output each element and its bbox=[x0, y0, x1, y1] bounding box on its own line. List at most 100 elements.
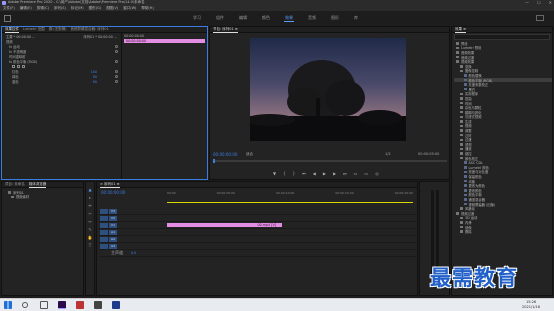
timeline-title[interactable]: × 序列01 ≡ bbox=[100, 182, 120, 188]
app-taskbar-icon[interactable] bbox=[112, 301, 120, 309]
slip-tool-icon[interactable]: ↔ bbox=[87, 219, 93, 225]
effects-search[interactable] bbox=[454, 34, 550, 40]
mask-pen-icon[interactable] bbox=[22, 65, 25, 68]
extract-icon[interactable]: ▭ bbox=[364, 171, 368, 176]
folder-icon bbox=[460, 216, 463, 220]
workspace-tab-libraries[interactable]: 库 bbox=[353, 15, 359, 22]
lift-icon[interactable]: ▭ bbox=[354, 171, 358, 176]
search-icon[interactable] bbox=[22, 302, 28, 308]
mark-in-icon[interactable]: { bbox=[283, 171, 286, 176]
program-monitor-title[interactable]: 节目: 序列01 ≡ bbox=[213, 27, 238, 33]
playhead-icon[interactable] bbox=[213, 159, 215, 163]
reset-icon[interactable] bbox=[115, 50, 118, 53]
export-frame-icon[interactable]: ◎ bbox=[375, 171, 379, 176]
timeline-timecode[interactable]: 00:00:00:00 bbox=[101, 190, 125, 195]
workspace-tab-effects[interactable]: 效果 bbox=[284, 15, 294, 22]
play-icon[interactable]: ▶ bbox=[323, 171, 326, 176]
track-label-v1[interactable]: V1 bbox=[109, 222, 117, 228]
tab-audio-mixer[interactable]: 音频剪辑混合器: 序列01 bbox=[71, 27, 109, 32]
ruler-tick: 00:00:10:00 bbox=[276, 191, 295, 195]
menu-help[interactable]: 帮助(H) bbox=[141, 6, 153, 11]
menu-graphics[interactable]: 图形(G) bbox=[89, 6, 101, 11]
ec-clip-bar[interactable]: 00:00:00:00 bbox=[124, 39, 205, 43]
workspace-tab-assembly[interactable]: 组件 bbox=[215, 15, 225, 22]
work-area-bar[interactable] bbox=[167, 202, 413, 203]
reset-icon[interactable] bbox=[115, 75, 118, 78]
tab-media-browser[interactable]: 媒体浏览器 bbox=[28, 182, 47, 188]
effects-panel-title[interactable]: 效果 ≡ bbox=[455, 27, 467, 33]
tab-project[interactable]: 项目: 未命名 bbox=[5, 182, 25, 187]
program-timecode[interactable]: 00:00:00:00 bbox=[213, 152, 237, 157]
reset-icon[interactable] bbox=[115, 80, 118, 83]
folder-icon bbox=[460, 110, 463, 114]
workspace-tab-color[interactable]: 颜色 bbox=[261, 15, 271, 22]
workspace-tab-learn[interactable]: 学习 bbox=[192, 15, 202, 22]
mask-ellipse-icon[interactable] bbox=[12, 65, 15, 68]
type-tool-icon[interactable]: T bbox=[87, 243, 93, 249]
effect-icon bbox=[464, 202, 467, 206]
program-scrubber[interactable] bbox=[213, 159, 447, 163]
ripple-edit-tool-icon[interactable]: ⇹ bbox=[87, 203, 93, 209]
app-taskbar-icon[interactable] bbox=[76, 301, 84, 309]
step-forward-icon[interactable]: ▶ bbox=[333, 171, 336, 176]
menu-edit[interactable]: 编辑(E) bbox=[20, 6, 32, 11]
app-taskbar-icon[interactable] bbox=[94, 301, 102, 309]
param-blue-value[interactable]: 80 bbox=[93, 80, 97, 84]
quick-export-icon[interactable] bbox=[536, 15, 544, 21]
menu-marker[interactable]: 标记(M) bbox=[71, 6, 84, 11]
reset-icon[interactable] bbox=[115, 70, 118, 73]
project-item[interactable]: 视频素材 bbox=[5, 195, 80, 199]
track-label-v2[interactable]: V2 bbox=[109, 215, 117, 221]
step-back-icon[interactable]: ◀ bbox=[313, 171, 316, 176]
master-track-value[interactable]: 0.0 bbox=[131, 251, 136, 255]
workspace-tab-editing[interactable]: 编辑 bbox=[238, 15, 248, 22]
razor-tool-icon[interactable]: ✂ bbox=[87, 211, 93, 217]
selection-tool-icon[interactable]: ▲ bbox=[87, 187, 93, 193]
effect-icon bbox=[464, 184, 467, 187]
track-target-v1[interactable] bbox=[100, 222, 108, 228]
home-icon[interactable] bbox=[4, 15, 11, 22]
mask-rect-icon[interactable] bbox=[17, 65, 20, 68]
track-target-a3[interactable] bbox=[100, 243, 108, 249]
track-label-a2[interactable]: A2 bbox=[109, 236, 117, 242]
timeline-video-clip[interactable]: 00.mp4 [V] bbox=[167, 223, 282, 227]
workspace-tab-graphics[interactable]: 图形 bbox=[330, 15, 340, 22]
workspace-tab-audio[interactable]: 音频 bbox=[307, 15, 317, 22]
tray-clock[interactable]: 15:26 2021/1/16 bbox=[522, 300, 540, 310]
mark-out-icon[interactable]: } bbox=[293, 171, 296, 176]
reset-icon[interactable] bbox=[115, 60, 118, 63]
ruler-tick: 00:00:20:00 bbox=[394, 191, 413, 195]
goto-in-icon[interactable]: ⏮ bbox=[302, 171, 306, 176]
menu-sequence[interactable]: 序列(S) bbox=[54, 6, 66, 11]
task-view-icon[interactable] bbox=[40, 301, 48, 309]
resolution-dropdown[interactable]: 1/2 bbox=[385, 152, 391, 156]
tab-source[interactable]: 源:(无剪辑) bbox=[49, 27, 67, 32]
add-marker-icon[interactable]: ▼ bbox=[273, 171, 276, 176]
effect-icon bbox=[464, 87, 467, 91]
menu-file[interactable]: 文件(F) bbox=[3, 6, 15, 11]
fit-dropdown[interactable]: 适合 bbox=[246, 152, 253, 157]
goto-out-icon[interactable]: ⏭ bbox=[343, 171, 347, 176]
timeline-ruler[interactable]: 00:00 00:00:05:00 00:00:10:00 00:00:15:0… bbox=[167, 191, 413, 201]
menu-view[interactable]: 视图(V) bbox=[106, 6, 118, 11]
reset-icon[interactable] bbox=[115, 45, 118, 48]
menu-clip[interactable]: 剪辑(C) bbox=[37, 6, 49, 11]
hand-tool-icon[interactable]: ✋ bbox=[87, 235, 93, 241]
tab-effect-controls[interactable]: 效果控件 bbox=[5, 27, 19, 33]
premiere-taskbar-icon[interactable] bbox=[58, 301, 66, 309]
track-label-a1[interactable]: A1 bbox=[109, 229, 117, 235]
pen-tool-icon[interactable]: ✎ bbox=[87, 227, 93, 233]
tab-lumetri-scopes[interactable]: Lumetri 范围 bbox=[23, 27, 45, 32]
track-select-tool-icon[interactable]: ▸ bbox=[87, 195, 93, 201]
track-label-v3[interactable]: V3 bbox=[109, 208, 117, 214]
param-green-value[interactable]: 90 bbox=[93, 75, 97, 79]
track-target-v3[interactable] bbox=[100, 208, 108, 214]
track-target-a2[interactable] bbox=[100, 236, 108, 242]
param-red-value[interactable]: 100 bbox=[91, 70, 97, 74]
effects-list-item[interactable]: 擦除 bbox=[454, 229, 552, 234]
track-target-a1[interactable] bbox=[100, 229, 108, 235]
track-label-a3[interactable]: A3 bbox=[109, 243, 117, 249]
windows-start-icon[interactable] bbox=[4, 301, 12, 309]
menu-window[interactable]: 窗口(W) bbox=[123, 6, 136, 11]
track-target-v2[interactable] bbox=[100, 215, 108, 221]
